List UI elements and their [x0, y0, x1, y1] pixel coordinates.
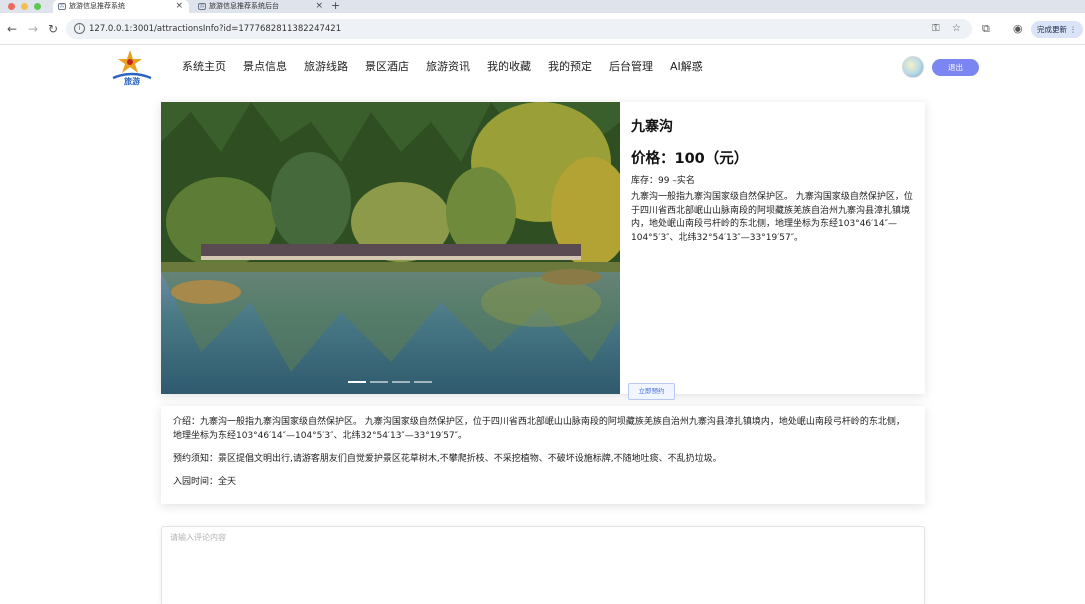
- carousel-indicators: [348, 381, 436, 383]
- browser-tab-bar: 云 旅游信息推荐系统 × 云 旅游信息推荐系统后台 × +: [0, 0, 1085, 13]
- image-carousel[interactable]: [161, 102, 620, 394]
- reload-icon[interactable]: ↻: [48, 21, 58, 37]
- attraction-detail-card: 九寨沟 价格：100（元） 库存：99 –实名 九寨沟一般指九寨沟国家级自然保护…: [161, 102, 925, 400]
- browser-toolbar: ← → ↻ i 127.0.0.1:3001/attractionsInfo?i…: [0, 13, 1085, 45]
- tab-title: 旅游信息推荐系统后台: [209, 2, 279, 10]
- logo-star-icon: [118, 50, 142, 73]
- site-logo[interactable]: 旅游: [110, 48, 154, 86]
- nav-hotels[interactable]: 景区酒店: [365, 59, 409, 75]
- url-text: 127.0.0.1:3001/attractionsInfo?id=177768…: [89, 24, 342, 34]
- comment-input[interactable]: [161, 526, 925, 604]
- attraction-price: 价格：100（元）: [631, 151, 749, 167]
- nav-reservations[interactable]: 我的预定: [548, 59, 592, 75]
- window-close-button[interactable]: [8, 3, 15, 10]
- site-favicon-icon: 云: [58, 3, 66, 10]
- carousel-dot[interactable]: [392, 381, 410, 383]
- update-label: 完成更新: [1037, 25, 1067, 34]
- back-arrow-icon[interactable]: ←: [7, 21, 17, 37]
- attraction-name: 九寨沟: [631, 119, 673, 135]
- nav-ai-assistant[interactable]: AI解惑: [670, 59, 703, 75]
- nav-favorites[interactable]: 我的收藏: [487, 59, 531, 75]
- nav-admin[interactable]: 后台管理: [609, 59, 653, 75]
- tab-close-icon[interactable]: ×: [315, 0, 323, 13]
- window-minimize-button[interactable]: [21, 3, 28, 10]
- nav-attractions[interactable]: 景点信息: [243, 59, 287, 75]
- carousel-dot[interactable]: [370, 381, 388, 383]
- opening-hours: 入园时间：全天: [173, 477, 237, 487]
- extensions-icon[interactable]: ⧉: [982, 22, 990, 36]
- booking-notice: 预约须知：景区提倡文明出行,请游客朋友们自觉爱护景区花草树木,不攀爬折枝、不采挖…: [173, 454, 722, 464]
- site-info-icon[interactable]: i: [74, 23, 85, 34]
- carousel-dot[interactable]: [348, 381, 366, 383]
- forward-arrow-icon[interactable]: →: [28, 21, 38, 37]
- main-nav: 系统主页 景点信息 旅游线路 景区酒店 旅游资讯 我的收藏 我的预定 后台管理 …: [182, 59, 720, 75]
- bookmark-star-icon[interactable]: ☆: [952, 22, 961, 36]
- tab-close-icon[interactable]: ×: [175, 0, 183, 13]
- window-maximize-button[interactable]: [34, 3, 41, 10]
- attraction-description: 九寨沟一般指九寨沟国家级自然保护区。 九寨沟国家级自然保护区，位于四川省西北部岷…: [631, 192, 913, 243]
- address-bar[interactable]: i 127.0.0.1:3001/attractionsInfo?id=1777…: [66, 19, 972, 39]
- site-favicon-icon: 云: [198, 3, 206, 10]
- attraction-stock: 库存：99 –实名: [631, 176, 695, 186]
- browser-tab-admin[interactable]: 云 旅游信息推荐系统后台 ×: [193, 0, 329, 13]
- jiuzhaigou-lake-photo: [161, 102, 620, 394]
- nav-news[interactable]: 旅游资讯: [426, 59, 470, 75]
- book-now-button[interactable]: 立即预约: [628, 383, 675, 400]
- tab-title: 旅游信息推荐系统: [69, 2, 125, 10]
- password-key-icon[interactable]: ⚿: [932, 22, 940, 36]
- nav-routes[interactable]: 旅游线路: [304, 59, 348, 75]
- logo-text: 旅游: [124, 76, 140, 86]
- logout-button[interactable]: 退出: [932, 59, 979, 76]
- new-tab-button[interactable]: +: [331, 0, 340, 12]
- carousel-dot[interactable]: [414, 381, 432, 383]
- update-button[interactable]: 完成更新 ⋮: [1031, 21, 1083, 38]
- browser-tab-frontend[interactable]: 云 旅游信息推荐系统 ×: [53, 0, 189, 13]
- nav-home[interactable]: 系统主页: [182, 59, 226, 75]
- profile-icon[interactable]: ◉: [1013, 22, 1023, 36]
- more-menu-icon[interactable]: ⋮: [1069, 25, 1077, 34]
- attraction-intro-card: 介绍：九寨沟一般指九寨沟国家级自然保护区。 九寨沟国家级自然保护区，位于四川省西…: [161, 406, 925, 504]
- intro-text: 介绍：九寨沟一般指九寨沟国家级自然保护区。 九寨沟国家级自然保护区，位于四川省西…: [173, 417, 905, 441]
- user-avatar[interactable]: [902, 56, 924, 78]
